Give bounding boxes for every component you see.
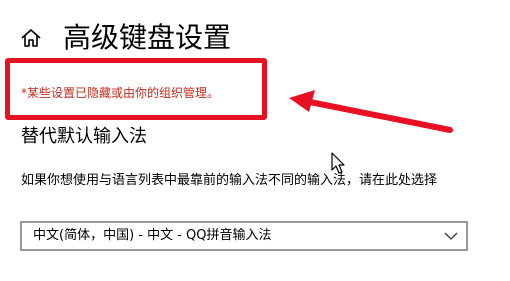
- dropdown-selected-value: 中文(简体，中国) - 中文 - QQ拼音输入法: [33, 228, 272, 243]
- page-title: 高级键盘设置: [63, 21, 232, 54]
- managed-settings-notice: *某些设置已隐藏或由你的组织管理。: [21, 86, 220, 100]
- chevron-down-icon: [444, 232, 458, 240]
- override-input-method-description: 如果你想使用与语言列表中最靠前的输入法不同的输入法，请在此处选择: [21, 173, 438, 188]
- input-method-dropdown[interactable]: 中文(简体，中国) - 中文 - QQ拼音输入法: [20, 221, 468, 251]
- home-icon[interactable]: [20, 28, 42, 48]
- annotation-arrow-icon: [289, 90, 453, 133]
- override-input-method-heading: 替代默认输入法: [21, 126, 147, 147]
